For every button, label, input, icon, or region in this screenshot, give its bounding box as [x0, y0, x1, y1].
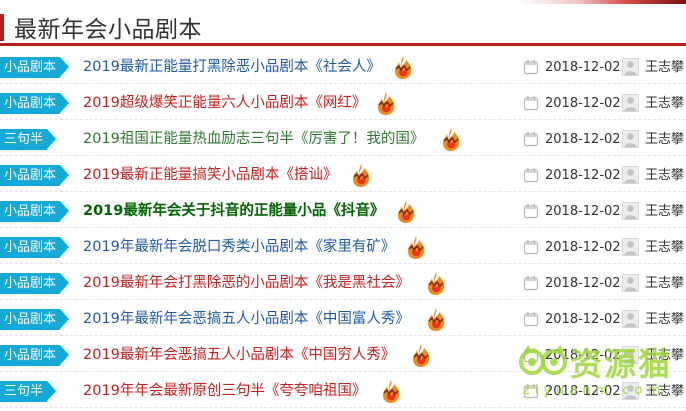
hot-flame-icon — [410, 343, 432, 368]
category-tag[interactable]: 小品剧本 — [0, 201, 70, 222]
article-title-link[interactable]: 2019祖国正能量热血励志三句半《厉害了！我的国》 — [83, 129, 424, 150]
article-row: 小品剧本 2019最新年会关于抖音的正能量小品《抖音》 2018-12-02 王志攀 — [0, 192, 686, 228]
hot-flame-icon — [405, 235, 427, 260]
calendar-icon — [523, 167, 539, 183]
article-row: 小品剧本 2019最新正能量打黑除恶小品剧本《社会人》 2018-12-02 王志攀 — [0, 48, 686, 84]
article-row: 小品剧本 2019年最新年会脱口秀类小品剧本《家里有矿》 2018-12-02 王志攀 — [0, 228, 686, 264]
cat-logo-icon — [519, 345, 567, 375]
author-name: 王志攀 — [645, 276, 685, 291]
category-tag[interactable]: 小品剧本 — [0, 345, 70, 366]
publish-date: 2018-12-02 — [545, 240, 621, 255]
watermark-url: ziyuanm.com — [523, 383, 666, 398]
article-title-link[interactable]: 2019最新年会关于抖音的正能量小品《抖音》 — [83, 201, 384, 222]
category-tag[interactable]: 小品剧本 — [0, 237, 70, 258]
hot-flame-icon — [425, 307, 447, 332]
calendar-icon — [523, 311, 539, 327]
author-name: 王志攀 — [645, 168, 685, 183]
article-title-link[interactable]: 2019年最新年会恶搞五人小品剧本《中国富人秀》 — [83, 309, 410, 330]
author-name: 王志攀 — [645, 240, 685, 255]
article-title-link[interactable]: 2019最新年会打黑除恶的小品剧本《我是黑社会》 — [83, 273, 410, 294]
category-tag[interactable]: 小品剧本 — [0, 93, 70, 114]
calendar-icon — [523, 59, 539, 75]
publish-date: 2018-12-02 — [545, 132, 621, 147]
article-title-link[interactable]: 2019最新正能量搞笑小品剧本《搭讪》 — [83, 165, 337, 186]
category-tag[interactable]: 三句半 — [0, 129, 57, 150]
category-tag[interactable]: 小品剧本 — [0, 165, 70, 186]
article-row: 小品剧本 2019年最新年会恶搞五人小品剧本《中国富人秀》 2018-12-02 王志… — [0, 300, 686, 336]
publish-date: 2018-12-02 — [545, 96, 621, 111]
watermark-text: 资源猫 — [570, 345, 673, 383]
calendar-icon — [523, 239, 539, 255]
category-tag[interactable]: 三句半 — [0, 381, 57, 402]
user-avatar-icon — [622, 166, 639, 184]
calendar-icon — [523, 131, 539, 147]
article-title-link[interactable]: 2019超级爆笑正能量六人小品剧本《网红》 — [83, 93, 366, 114]
calendar-icon — [523, 203, 539, 219]
user-avatar-icon — [622, 58, 639, 76]
author-name: 王志攀 — [645, 96, 685, 111]
category-tag[interactable]: 小品剧本 — [0, 57, 70, 78]
article-title-link[interactable]: 2019最新正能量打黑除恶小品剧本《社会人》 — [83, 57, 381, 78]
article-row: 小品剧本 2019超级爆笑正能量六人小品剧本《网红》 2018-12-02 王志攀 — [0, 84, 686, 120]
publish-date: 2018-12-02 — [545, 60, 621, 75]
calendar-icon — [523, 95, 539, 111]
watermark: 资源猫 ziyuanm.com — [518, 342, 686, 411]
article-title-link[interactable]: 2019年最新年会脱口秀类小品剧本《家里有矿》 — [83, 237, 395, 258]
author-name: 王志攀 — [645, 132, 685, 147]
publish-date: 2018-12-02 — [545, 168, 621, 183]
section-header: 最新年会小品剧本 — [0, 4, 686, 46]
user-avatar-icon — [622, 238, 639, 256]
user-avatar-icon — [622, 202, 639, 220]
category-tag[interactable]: 小品剧本 — [0, 273, 70, 294]
author-name: 王志攀 — [645, 204, 685, 219]
publish-date: 2018-12-02 — [545, 312, 621, 327]
hot-flame-icon — [440, 127, 462, 152]
article-row: 小品剧本 2019最新正能量搞笑小品剧本《搭讪》 2018-12-02 王志攀 — [0, 156, 686, 192]
hot-flame-icon — [425, 271, 447, 296]
calendar-icon — [523, 275, 539, 291]
user-avatar-icon — [622, 130, 639, 148]
hot-flame-icon — [350, 163, 372, 188]
article-row: 小品剧本 2019最新年会打黑除恶的小品剧本《我是黑社会》 2018-12-02 王志… — [0, 264, 686, 300]
user-avatar-icon — [622, 274, 639, 292]
hot-flame-icon — [392, 55, 414, 80]
author-name: 王志攀 — [645, 60, 685, 75]
user-avatar-icon — [622, 94, 639, 112]
hot-flame-icon — [380, 379, 402, 404]
article-row: 三句半 2019祖国正能量热血励志三句半《厉害了！我的国》 2018-12-02 王志… — [0, 120, 686, 156]
header-accent-bar — [0, 14, 4, 41]
author-name: 王志攀 — [645, 312, 685, 327]
article-title-link[interactable]: 2019年年会最新原创三句半《夸夸咱祖国》 — [83, 381, 366, 402]
category-tag[interactable]: 小品剧本 — [0, 309, 70, 330]
article-title-link[interactable]: 2019最新年会恶搞五人小品剧本《中国穷人秀》 — [83, 345, 395, 366]
publish-date: 2018-12-02 — [545, 276, 621, 291]
user-avatar-icon — [622, 310, 639, 328]
hot-flame-icon — [395, 199, 417, 224]
page-title: 最新年会小品剧本 — [14, 17, 202, 43]
publish-date: 2018-12-02 — [545, 204, 621, 219]
hot-flame-icon — [375, 91, 397, 116]
